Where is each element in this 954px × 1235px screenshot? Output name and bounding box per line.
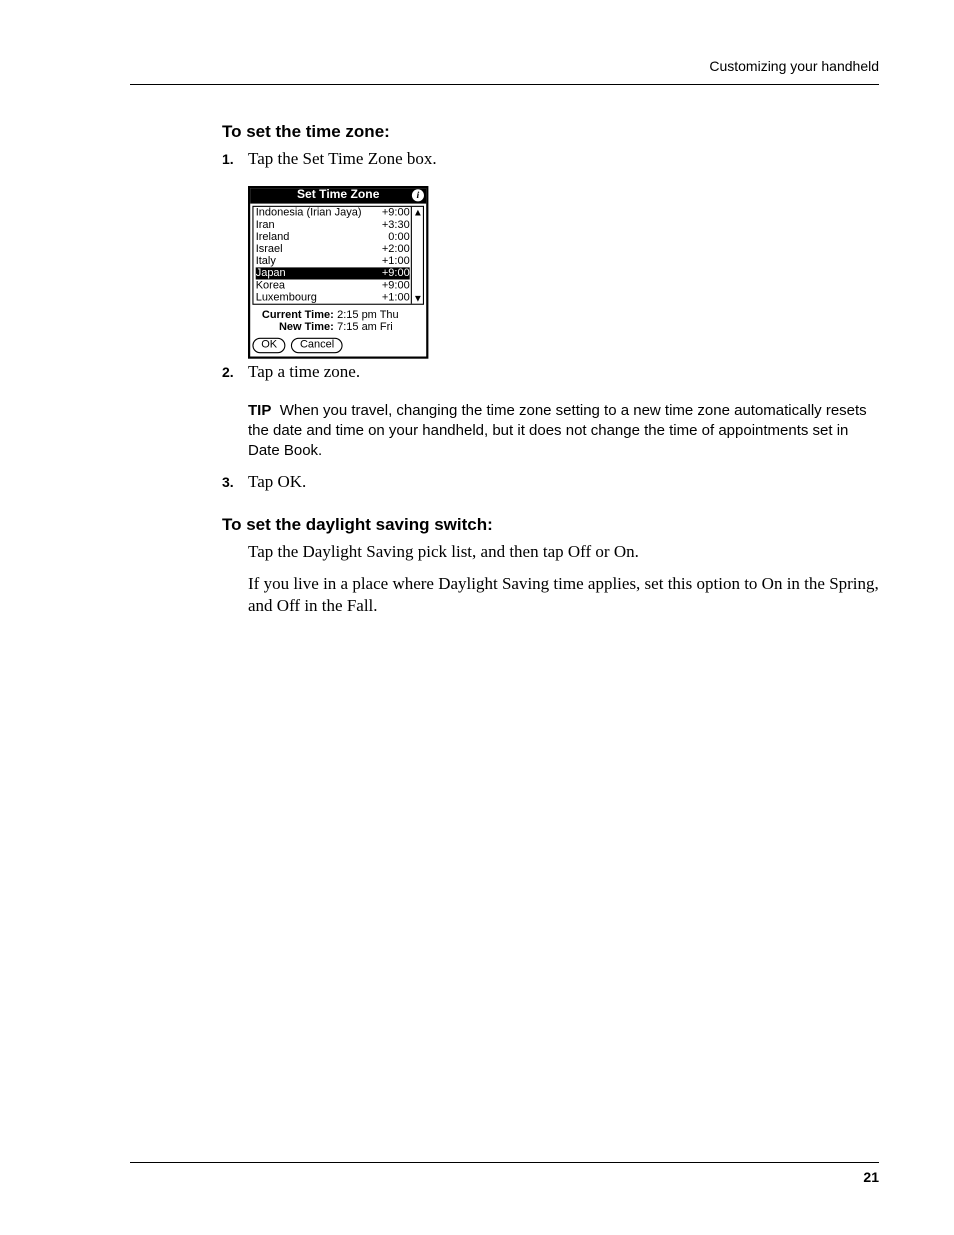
- tz-offset: +9:00: [382, 207, 410, 219]
- page: Customizing your handheld To set the tim…: [0, 0, 954, 1235]
- dialog-title-bar: Set Time Zone i: [250, 188, 426, 203]
- tz-offset: +1:00: [382, 255, 410, 267]
- step-2: 2. Tap a time zone.: [222, 361, 879, 383]
- new-time-value: 7:15 am Fri: [337, 321, 393, 333]
- footer-rule: [130, 1162, 879, 1163]
- tz-name: Iran: [256, 219, 275, 231]
- tz-name: Italy: [256, 255, 276, 267]
- paragraph: Tap the Daylight Saving pick list, and t…: [248, 541, 879, 563]
- timezone-row[interactable]: Luxembourg +1:00: [256, 292, 410, 304]
- step-number: 3.: [222, 471, 248, 493]
- tip-label: TIP: [248, 402, 271, 419]
- step-3: 3. Tap OK.: [222, 471, 879, 493]
- content: To set the time zone: 1. Tap the Set Tim…: [222, 122, 879, 627]
- new-time-row: New Time: 7:15 am Fri: [255, 321, 422, 333]
- section-daylight: To set the daylight saving switch: Tap t…: [222, 515, 879, 617]
- current-time-label: Current Time:: [255, 309, 338, 321]
- timezone-row[interactable]: Iran +3:30: [256, 219, 410, 231]
- scrollbar[interactable]: ▲ ▼: [411, 207, 423, 304]
- page-number: 21: [863, 1169, 879, 1185]
- tz-offset: +9:00: [382, 280, 410, 292]
- tz-name: Israel: [256, 243, 283, 255]
- timezone-row[interactable]: Indonesia (Irian Jaya) +9:00: [256, 207, 410, 219]
- paragraph: If you live in a place where Daylight Sa…: [248, 573, 879, 617]
- info-icon[interactable]: i: [412, 189, 424, 201]
- section-heading-daylight: To set the daylight saving switch:: [222, 515, 879, 535]
- tz-name: Ireland: [256, 231, 290, 243]
- timezone-row[interactable]: Israel +2:00: [256, 243, 410, 255]
- dialog-buttons: OK Cancel: [250, 338, 426, 357]
- tz-name: Korea: [256, 280, 285, 292]
- dialog-title: Set Time Zone: [297, 188, 379, 201]
- step-text: Tap OK.: [248, 471, 306, 493]
- step-1: 1. Tap the Set Time Zone box.: [222, 148, 879, 170]
- tz-offset: +1:00: [382, 292, 410, 304]
- section-heading-timezone: To set the time zone:: [222, 122, 879, 142]
- timezone-row[interactable]: Italy +1:00: [256, 255, 410, 267]
- step-text: Tap a time zone.: [248, 361, 360, 383]
- tip-block: TIP When you travel, changing the time z…: [248, 401, 879, 461]
- timezone-list[interactable]: Indonesia (Irian Jaya) +9:00 Iran +3:30 …: [252, 206, 424, 305]
- tip-text: When you travel, changing the time zone …: [248, 402, 867, 459]
- dialog-screenshot: Set Time Zone i Indonesia (Irian Jaya) +…: [248, 186, 879, 343]
- step-number: 2.: [222, 361, 248, 383]
- tz-offset: +2:00: [382, 243, 410, 255]
- time-summary: Current Time: 2:15 pm Thu New Time: 7:15…: [250, 307, 426, 338]
- tz-offset: 0:00: [388, 231, 409, 243]
- scroll-up-icon[interactable]: ▲: [413, 208, 422, 217]
- tz-name: Indonesia (Irian Jaya): [256, 207, 362, 219]
- cancel-button[interactable]: Cancel: [291, 338, 343, 353]
- tz-name: Japan: [256, 267, 286, 279]
- current-time-value: 2:15 pm Thu: [337, 309, 399, 321]
- running-head: Customizing your handheld: [709, 58, 879, 74]
- timezone-row[interactable]: Ireland 0:00: [256, 231, 410, 243]
- ok-button[interactable]: OK: [252, 338, 285, 353]
- new-time-label: New Time:: [255, 321, 338, 333]
- timezone-row[interactable]: Korea +9:00: [256, 280, 410, 292]
- header-rule: [130, 84, 879, 85]
- tz-offset: +9:00: [382, 267, 410, 279]
- tz-offset: +3:30: [382, 219, 410, 231]
- scroll-down-icon[interactable]: ▼: [413, 294, 422, 303]
- step-text: Tap the Set Time Zone box.: [248, 148, 437, 170]
- tz-name: Luxembourg: [256, 292, 317, 304]
- step-number: 1.: [222, 148, 248, 170]
- header: Customizing your handheld: [0, 0, 954, 88]
- set-time-zone-dialog: Set Time Zone i Indonesia (Irian Jaya) +…: [248, 186, 428, 359]
- timezone-row-selected[interactable]: Japan +9:00: [256, 267, 410, 279]
- current-time-row: Current Time: 2:15 pm Thu: [255, 309, 422, 321]
